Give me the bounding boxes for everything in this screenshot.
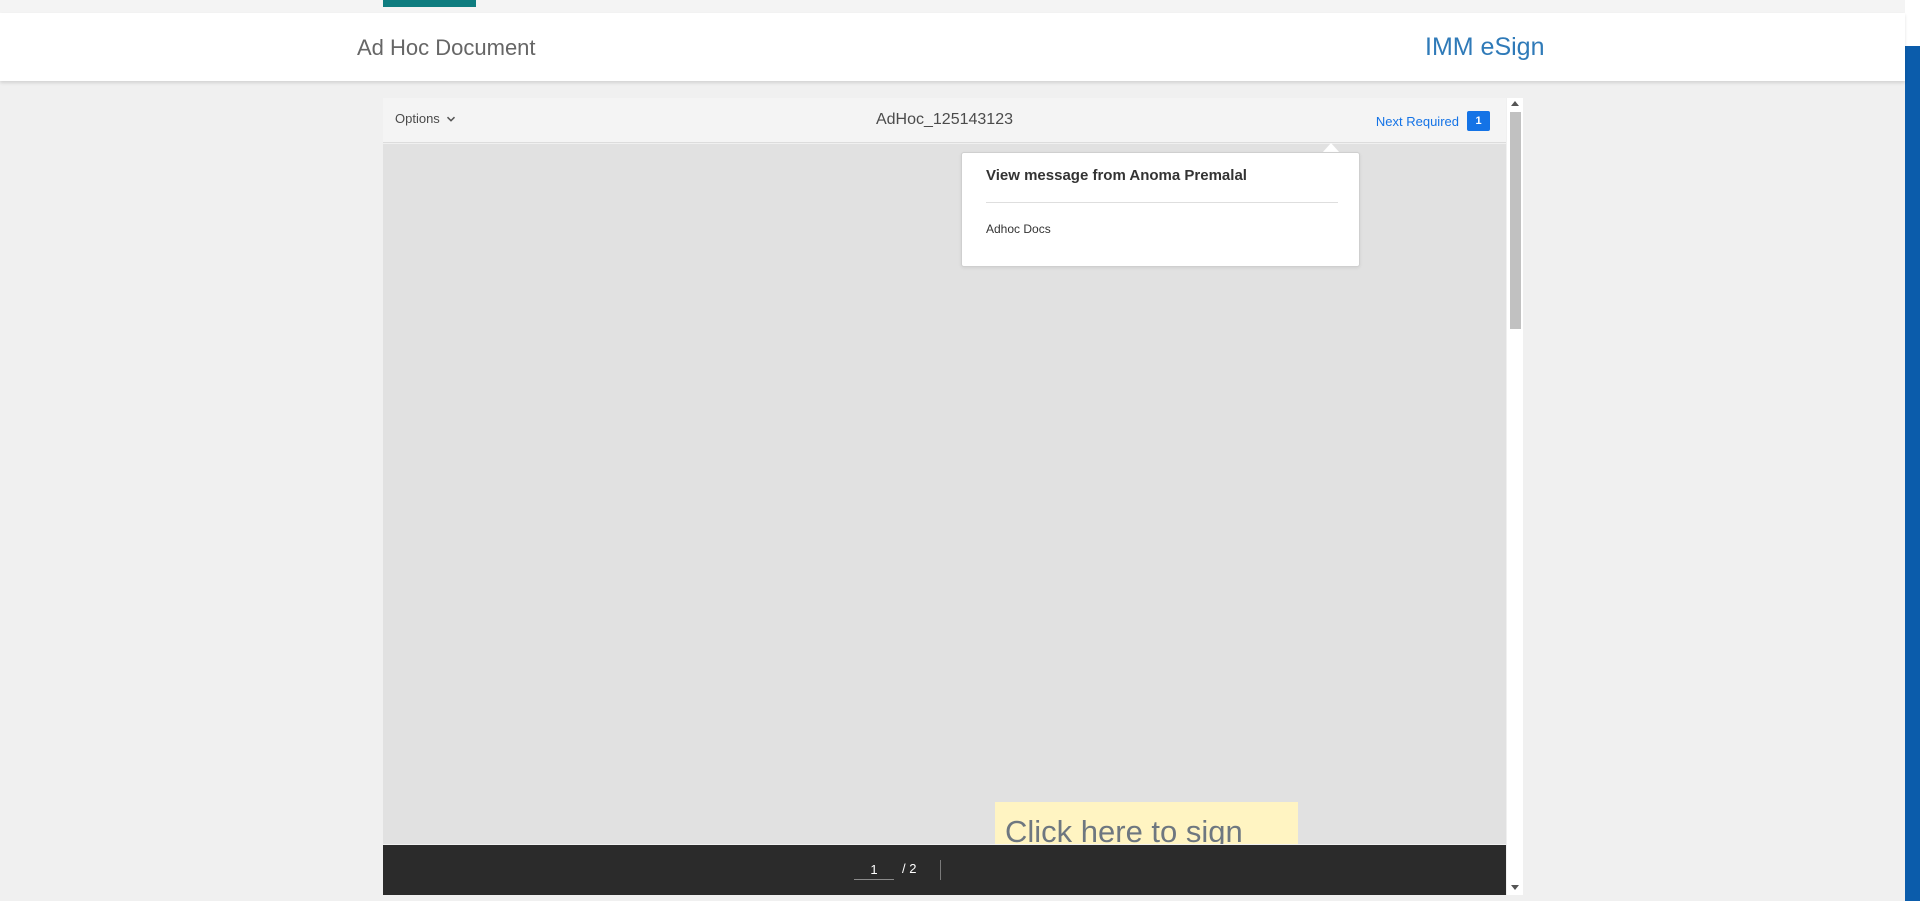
page-number-input[interactable] — [854, 860, 894, 880]
next-required-button[interactable]: Next Required 1 — [1376, 111, 1490, 131]
pagination-bar: / 2 — [383, 845, 1506, 895]
popover-message: Adhoc Docs — [986, 222, 1051, 236]
signature-field-label: Click here to sign — [1005, 814, 1243, 844]
pagination-divider — [940, 860, 941, 880]
page-title: Ad Hoc Document — [357, 35, 536, 60]
signature-field[interactable]: Click here to sign — [995, 802, 1298, 844]
brand-name: IMM eSign — [1425, 33, 1545, 61]
popover-divider — [986, 202, 1338, 203]
scroll-up-arrow-icon[interactable] — [1511, 101, 1519, 106]
esign-page: Ad Hoc Document IMM eSign Options AdHoc_… — [0, 0, 1920, 901]
page-header: Ad Hoc Document IMM eSign — [0, 13, 1905, 81]
viewer-toolbar: Options AdHoc_125143123 Next Required 1 — [383, 98, 1506, 143]
document-scrollbar[interactable] — [1507, 98, 1523, 895]
page-total: / 2 — [902, 861, 917, 876]
top-tab-strip — [0, 0, 1905, 13]
popover-title: View message from Anoma Premalal — [986, 167, 1247, 184]
scroll-down-arrow-icon[interactable] — [1511, 885, 1519, 890]
scrollbar-thumb[interactable] — [1510, 112, 1521, 329]
next-required-count-badge: 1 — [1467, 111, 1490, 131]
right-edge-bar — [1905, 46, 1920, 901]
document-name: AdHoc_125143123 — [875, 111, 1013, 128]
active-tab-indicator[interactable] — [383, 0, 476, 7]
next-required-label: Next Required — [1375, 113, 1459, 129]
sender-message-popover: View message from Anoma Premalal Adhoc D… — [961, 152, 1360, 267]
